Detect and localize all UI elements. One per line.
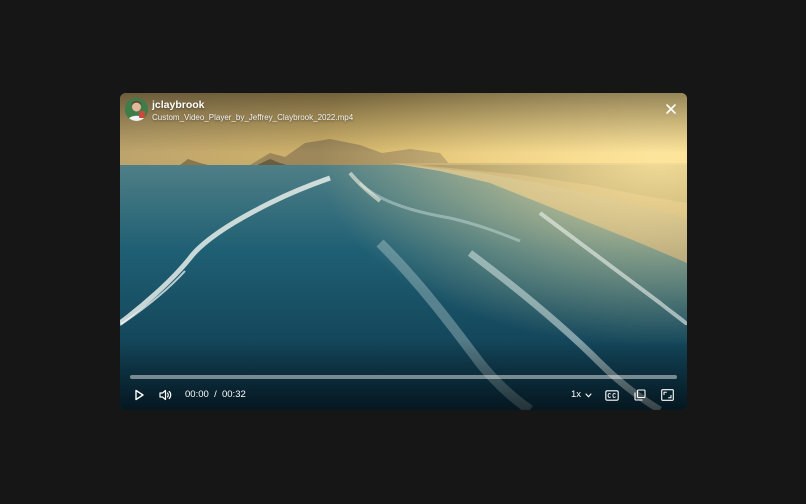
- time-display: 00:00 / 00:32: [185, 389, 246, 401]
- closed-captions-icon: [605, 389, 619, 401]
- current-time: 00:00: [185, 389, 209, 400]
- chevron-down-icon: [585, 392, 592, 397]
- avatar[interactable]: [125, 98, 148, 121]
- video-player[interactable]: jclaybrook Custom_Video_Player_by_Jeffre…: [120, 93, 687, 410]
- volume-icon: [159, 389, 172, 401]
- total-duration: 00:32: [221, 389, 246, 400]
- control-bar: 00:00 / 00:32 1x: [120, 387, 687, 403]
- username[interactable]: jclaybrook: [152, 99, 353, 112]
- header-text: jclaybrook Custom_Video_Player_by_Jeffre…: [152, 99, 353, 123]
- video-header: jclaybrook Custom_Video_Player_by_Jeffre…: [125, 98, 353, 123]
- time-separator: /: [214, 389, 217, 400]
- play-button[interactable]: [131, 387, 147, 403]
- progress-bar[interactable]: [130, 375, 677, 379]
- fullscreen-button[interactable]: [660, 387, 674, 403]
- video-filename: Custom_Video_Player_by_Jeffrey_Claybrook…: [152, 113, 354, 122]
- captions-button[interactable]: [605, 387, 619, 403]
- playback-speed-select[interactable]: 1x: [571, 389, 592, 401]
- close-button[interactable]: [665, 103, 677, 115]
- play-icon: [135, 389, 144, 401]
- volume-button[interactable]: [158, 387, 174, 403]
- close-icon: [666, 104, 676, 114]
- picture-in-picture-button[interactable]: [633, 387, 647, 403]
- fullscreen-icon: [660, 389, 674, 401]
- playback-speed-label: 1x: [571, 389, 582, 400]
- picture-in-picture-icon: [634, 389, 646, 401]
